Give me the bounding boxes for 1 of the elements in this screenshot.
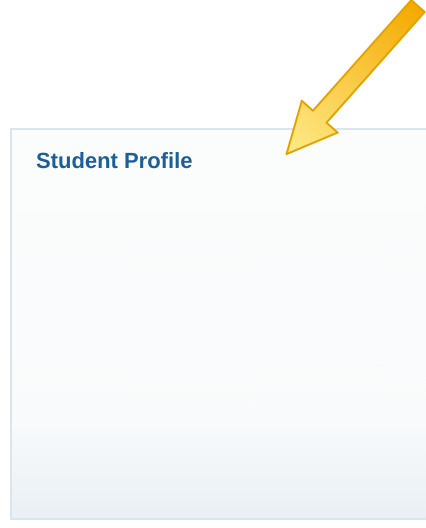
panel-title: Student Profile xyxy=(36,148,192,174)
